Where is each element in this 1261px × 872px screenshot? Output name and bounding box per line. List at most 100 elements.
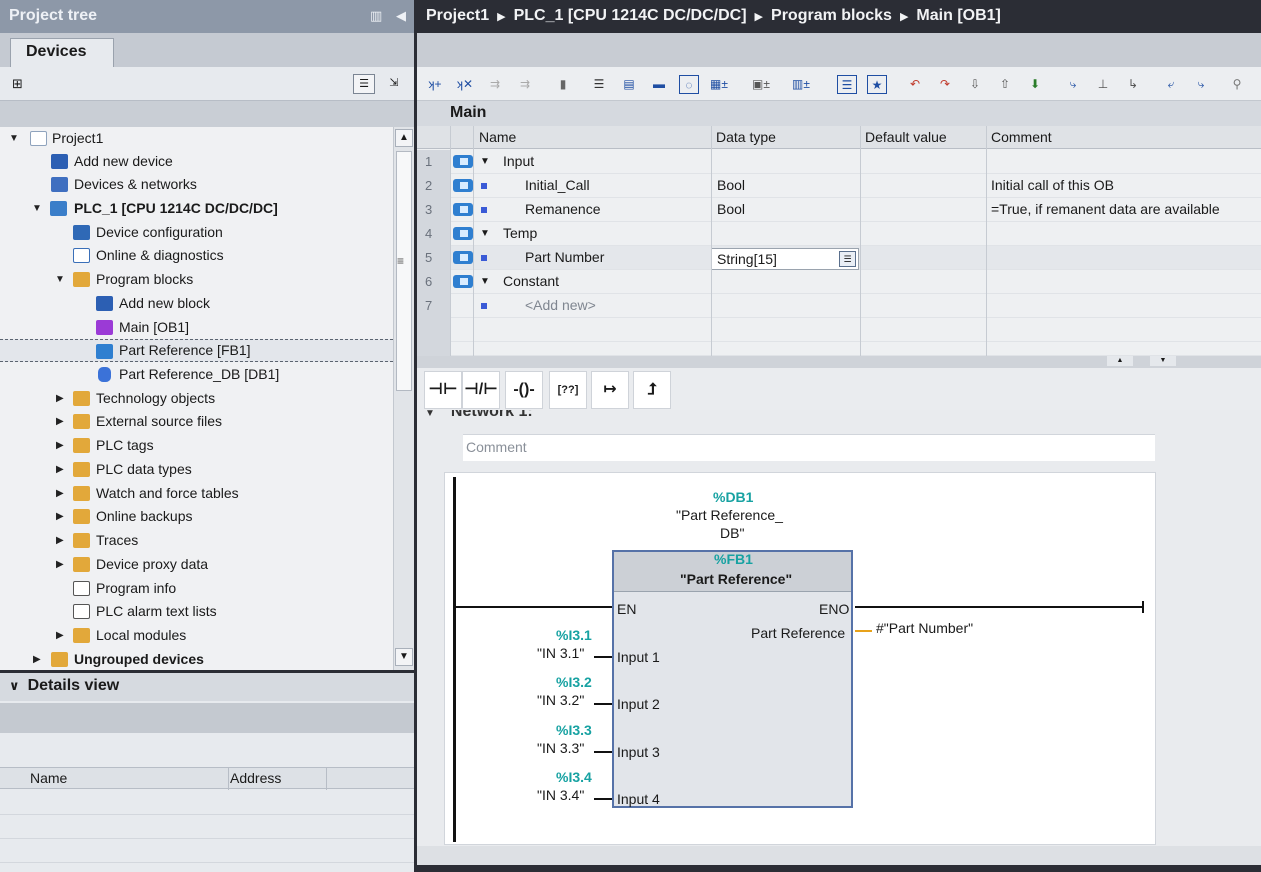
scroll-thumb[interactable] (396, 151, 412, 391)
collapse-arrow-icon[interactable]: ▶ (56, 505, 68, 528)
chevron-down-icon[interactable]: ∨ (9, 678, 20, 693)
collapse-arrow-icon[interactable]: ▶ (56, 482, 68, 505)
chevron-down-icon[interactable]: ▼ (425, 410, 435, 419)
tree-item-add-new-block[interactable]: Add new block (0, 292, 393, 315)
input-tag-3[interactable]: "IN 3.3" (537, 740, 584, 756)
breadcrumb-program-blocks[interactable]: Program blocks (771, 7, 892, 24)
empty-box-icon[interactable]: [??] (549, 371, 587, 409)
tree-item-device-config[interactable]: Device configuration (0, 221, 393, 244)
insert-row-icon[interactable]: ⇉ (485, 75, 505, 94)
tree-item-program-blocks[interactable]: ▼ Program blocks (0, 268, 393, 291)
open-networks-icon[interactable]: ☰ (589, 75, 609, 94)
scroll-down-icon[interactable]: ▼ (395, 648, 413, 666)
network-comment-field[interactable]: Comment (463, 434, 1155, 461)
delete-network-icon[interactable]: ʞ✕ (455, 75, 475, 94)
column-header-name[interactable]: Name (30, 770, 67, 786)
tree-item-external-source[interactable]: ▶ External source files (0, 410, 393, 433)
go-to-icon[interactable]: ↳ (1123, 75, 1143, 94)
output-variable[interactable]: #"Part Number" (876, 620, 973, 636)
output-pin-label[interactable]: Part Reference (751, 625, 845, 641)
go-online-icon[interactable]: ⇲ (383, 74, 405, 94)
settings-icon[interactable]: ⚲ (1227, 75, 1247, 94)
upload-icon[interactable]: ⇧ (995, 75, 1015, 94)
collapse-arrow-icon[interactable]: ▶ (56, 434, 68, 457)
monitor-icon[interactable]: ⬇ (1025, 75, 1045, 94)
tree-item-devices-networks[interactable]: Devices & networks (0, 173, 393, 196)
breadcrumb-project[interactable]: Project1 (426, 7, 489, 24)
details-view-header[interactable]: ∨ Details view (0, 673, 414, 701)
collapse-arrow-icon[interactable]: ▶ (56, 458, 68, 481)
expand-arrow-icon[interactable]: ▼ (9, 127, 21, 150)
close-branch-icon[interactable]: ⮥ (633, 371, 671, 409)
insert-network-icon[interactable]: ʞ+ (425, 75, 445, 94)
nc-contact-icon[interactable]: ⊣/⊢ (462, 371, 500, 409)
overview-icon[interactable]: ▦± (709, 75, 729, 94)
display-favorites-icon[interactable]: ☰ (837, 75, 857, 94)
input-tag-4[interactable]: "IN 3.4" (537, 787, 584, 803)
editor-splitter[interactable]: ▲ ▼ (417, 356, 1261, 368)
table-row[interactable]: 1 ▼ Input (417, 150, 1261, 174)
input-pin-3[interactable]: Input 3 (617, 744, 660, 760)
list-view-icon[interactable]: ☰ (353, 74, 375, 94)
no-contact-icon[interactable]: ⊣⊢ (424, 371, 462, 409)
favorites-icon[interactable]: ▬ (649, 75, 669, 94)
tree-item-ungrouped-devices[interactable]: ▶ Ungrouped devices (0, 648, 393, 670)
expand-arrow-icon[interactable]: ▼ (32, 197, 44, 220)
tree-item-plc1[interactable]: ▼ PLC_1 [CPU 1214C DC/DC/DC] (0, 197, 393, 220)
jump-forward-icon[interactable]: ↷ (935, 75, 955, 94)
jump-back-icon[interactable]: ↶ (905, 75, 925, 94)
tree-item-program-info[interactable]: Program info (0, 577, 393, 600)
pin-icon[interactable]: ▥ (370, 8, 382, 24)
expand-arrow-icon[interactable]: ▼ (480, 270, 490, 293)
network-comment-icon[interactable]: ▥± (791, 75, 811, 94)
table-row[interactable]: 3 Remanence Bool =True, if remanent data… (417, 198, 1261, 222)
tree-item-plc-data-types[interactable]: ▶ PLC data types (0, 458, 393, 481)
tree-item-device-proxy[interactable]: ▶ Device proxy data (0, 553, 393, 576)
db-name-line2[interactable]: DB" (720, 525, 744, 541)
tree-item-online-backups[interactable]: ▶ Online backups (0, 505, 393, 528)
add-row-icon[interactable]: ⇉ (515, 75, 535, 94)
project-tree-scrollbar[interactable]: ▲ ≡ ▼ (393, 127, 414, 670)
tree-item-part-reference-db1[interactable]: Part Reference_DB [DB1] (0, 363, 393, 386)
column-header-data-type[interactable]: Data type (716, 129, 776, 145)
previous-icon[interactable]: ⤶ (1161, 75, 1181, 94)
expand-arrow-icon[interactable]: ▼ (480, 150, 490, 173)
collapse-arrow-icon[interactable]: ▶ (56, 387, 68, 410)
collapse-left-icon[interactable]: ◀ (396, 8, 406, 24)
tree-item-online-diag[interactable]: Online & diagnostics (0, 244, 393, 267)
db-name-line1[interactable]: "Part Reference_ (676, 507, 783, 523)
breadcrumb-main[interactable]: Main [OB1] (916, 7, 1000, 24)
data-type-dropdown-icon[interactable]: ☰ (839, 251, 856, 267)
tree-item-alarm-text[interactable]: PLC alarm text lists (0, 600, 393, 623)
close-networks-icon[interactable]: ▤ (619, 75, 639, 94)
en-pin[interactable]: EN (617, 601, 636, 617)
tree-item-project1[interactable]: ▼ Project1 (0, 127, 393, 150)
compile-icon[interactable]: ★ (867, 75, 887, 94)
breadcrumb-plc[interactable]: PLC_1 [CPU 1214C DC/DC/DC] (514, 7, 747, 24)
tree-item-local-modules[interactable]: ▶ Local modules (0, 624, 393, 647)
scroll-up-icon[interactable]: ▲ (395, 129, 413, 147)
tree-item-watch-force[interactable]: ▶ Watch and force tables (0, 482, 393, 505)
data-type-field[interactable]: String[15] ☰ (711, 248, 859, 270)
next-icon[interactable]: ⤷ (1191, 75, 1211, 94)
properties-icon[interactable]: ⊞ (12, 76, 23, 92)
column-header-comment[interactable]: Comment (991, 129, 1052, 145)
input-tag-2[interactable]: "IN 3.2" (537, 692, 584, 708)
input-tag-1[interactable]: "IN 3.1" (537, 645, 584, 661)
absolute-operand-icon[interactable]: ▮ (553, 75, 573, 94)
tab-devices[interactable]: Devices (10, 38, 114, 67)
table-row[interactable]: 4 ▼ Temp (417, 222, 1261, 246)
comments-icon[interactable]: ◌ (679, 75, 699, 94)
tree-item-plc-tags[interactable]: ▶ PLC tags (0, 434, 393, 457)
table-row[interactable]: 5 Part Number String[15] ☰ (417, 246, 1261, 270)
single-step-icon[interactable]: ⤷ (1063, 75, 1083, 94)
break-icon[interactable]: ⊥ (1093, 75, 1113, 94)
coil-icon[interactable]: -()- (505, 371, 543, 409)
tree-item-traces[interactable]: ▶ Traces (0, 529, 393, 552)
download-icon[interactable]: ⇩ (965, 75, 985, 94)
collapse-arrow-icon[interactable]: ▶ (56, 553, 68, 576)
collapse-arrow-icon[interactable]: ▶ (56, 529, 68, 552)
tree-item-add-new-device[interactable]: Add new device (0, 150, 393, 173)
tag-info-icon[interactable]: ▣± (751, 75, 771, 94)
input-pin-2[interactable]: Input 2 (617, 696, 660, 712)
